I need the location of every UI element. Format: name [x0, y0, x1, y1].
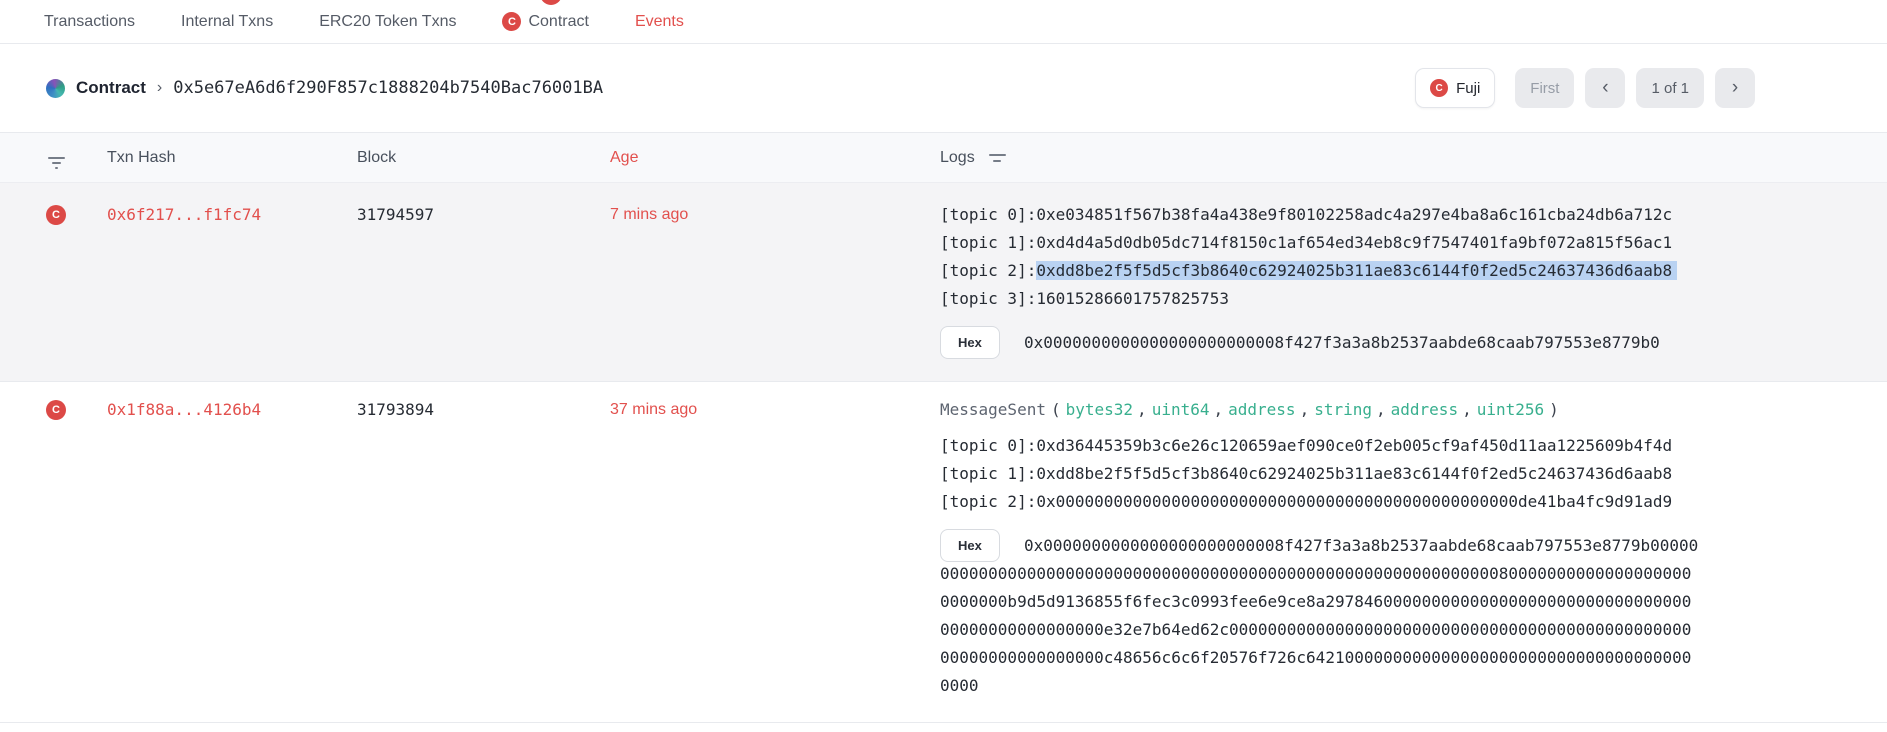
column-header-logs: Logs [940, 149, 975, 167]
topic-value: 0xdd8be2f5f5d5cf3b8640c62924025b311ae83c… [1036, 261, 1677, 280]
contract-address: 0x5e67eA6d6f290F857c1888204b7540Bac76001… [173, 78, 603, 98]
topic-value: 16015286601757825753 [1036, 289, 1229, 308]
hex-data: 0x0000000000000000000000008f427f3a3a8b25… [940, 329, 1700, 357]
topic-value: 0xd4d4a5d0db05dc714f8150c1af654ed34eb8c9… [1036, 233, 1672, 252]
events-page: Transactions Internal Txns ERC20 Token Txn… [0, 0, 1887, 732]
topic-line: [topic 2]:0x0000000000000000000000000000… [940, 488, 1700, 516]
event-method-cell: C [0, 396, 107, 420]
topic-value: 0xd36445359b3c6e26c120659aef090ce0f2eb00… [1036, 436, 1672, 455]
hex-section: Hex0x0000000000000000000000008f427f3a3a8… [940, 329, 1700, 357]
event-signature: MessageSent(bytes32,uint64,address,strin… [940, 396, 1700, 424]
network-chip-label: Fuji [1456, 80, 1480, 97]
pagination: First ‹ 1 of 1 › [1515, 68, 1755, 108]
param-separator: , [1137, 400, 1147, 419]
breadcrumb: Contract › 0x5e67eA6d6f290F857c1888204b7… [46, 78, 603, 98]
cutoff-red-icon [540, 0, 562, 5]
tab-internal-txns[interactable]: Internal Txns [181, 13, 273, 31]
logs-cell: MessageSent(bytes32,uint64,address,strin… [940, 396, 1700, 700]
pagination-first-button[interactable]: First [1515, 68, 1574, 108]
tab-contract[interactable]: C Contract [502, 12, 588, 31]
column-header-age[interactable]: Age [610, 149, 940, 167]
event-param-type: address [1228, 400, 1295, 419]
topic-line: [topic 2]:0xdd8be2f5f5d5cf3b8640c6292402… [940, 257, 1700, 285]
topic-label: [topic 1]: [940, 233, 1036, 252]
table-row: C 0x1f88a...4126b43179389437 mins agoMess… [0, 382, 1887, 723]
breadcrumb-section: Contract [76, 78, 146, 98]
tab-label: Internal Txns [181, 13, 273, 31]
topic-line: [topic 0]:0xe034851f567b38fa4a438e9f8010… [940, 201, 1700, 229]
logs-filter-icon[interactable] [989, 154, 1006, 162]
close-paren: ) [1549, 400, 1559, 419]
topic-value: 0xdd8be2f5f5d5cf3b8640c62924025b311ae83c… [1036, 464, 1672, 483]
contract-icon: C [46, 205, 66, 225]
event-name: MessageSent [940, 400, 1046, 419]
tab-bar: Transactions Internal Txns ERC20 Token Txn… [0, 0, 1887, 44]
topic-line: [topic 3]:16015286601757825753 [940, 285, 1700, 313]
topic-label: [topic 2]: [940, 492, 1036, 511]
age-value: 7 mins ago [610, 201, 940, 229]
topic-line: [topic 1]:0xd4d4a5d0db05dc714f8150c1af65… [940, 229, 1700, 257]
tab-events[interactable]: Events [635, 13, 684, 31]
tab-label: ERC20 Token Txns [319, 13, 456, 31]
topic-label: [topic 0]: [940, 205, 1036, 224]
event-param-type: uint256 [1477, 400, 1544, 419]
param-separator: , [1462, 400, 1472, 419]
page-header: Contract › 0x5e67eA6d6f290F857c1888204b7… [0, 44, 1887, 133]
tab-label: Transactions [44, 13, 135, 31]
network-chip[interactable]: C Fuji [1415, 68, 1495, 108]
filter-icon[interactable] [48, 157, 65, 169]
topic-label: [topic 2]: [940, 261, 1036, 280]
table-header: Txn Hash Block Age Logs [0, 133, 1887, 183]
logs-cell: [topic 0]:0xe034851f567b38fa4a438e9f8010… [940, 201, 1700, 357]
topic-line: [topic 0]:0xd36445359b3c6e26c120659aef09… [940, 432, 1700, 460]
breadcrumb-separator: › [157, 79, 162, 97]
table-body: C0x6f217...f1fc74317945977 mins ago[topi… [0, 183, 1887, 723]
tab-transactions[interactable]: Transactions [44, 13, 135, 31]
event-param-type: bytes32 [1066, 400, 1133, 419]
hex-data: 0x0000000000000000000000008f427f3a3a8b25… [940, 532, 1700, 700]
event-param-type: uint64 [1152, 400, 1210, 419]
tab-label: Contract [528, 13, 588, 31]
contract-sphere-icon [46, 79, 65, 98]
param-separator: , [1213, 400, 1223, 419]
column-header-txn-hash: Txn Hash [107, 149, 357, 167]
header-controls: C Fuji First ‹ 1 of 1 › [1415, 68, 1755, 108]
pagination-next-button[interactable]: › [1715, 68, 1755, 108]
topic-label: [topic 1]: [940, 464, 1036, 483]
tab-erc20-token-txns[interactable]: ERC20 Token Txns [319, 13, 456, 31]
pagination-page-indicator: 1 of 1 [1636, 68, 1704, 108]
event-method-cell: C [0, 201, 107, 225]
event-param-type: string [1314, 400, 1372, 419]
event-param-type: address [1391, 400, 1458, 419]
contract-icon: C [46, 400, 66, 420]
txn-hash-link[interactable]: 0x6f217...f1fc74 [107, 201, 357, 229]
block-number: 31794597 [357, 201, 610, 229]
topic-value: 0xe034851f567b38fa4a438e9f80102258adc4a2… [1036, 205, 1672, 224]
contract-icon: C [502, 12, 521, 31]
topic-label: [topic 0]: [940, 436, 1036, 455]
txn-hash-link[interactable]: 0x1f88a...4126b4 [107, 396, 357, 424]
topic-value: 0x00000000000000000000000000000000000000… [1036, 492, 1672, 511]
pagination-prev-button[interactable]: ‹ [1585, 68, 1625, 108]
column-header-block: Block [357, 149, 610, 167]
param-separator: , [1300, 400, 1310, 419]
topic-label: [topic 3]: [940, 289, 1036, 308]
open-paren: ( [1051, 400, 1061, 419]
param-separator: , [1376, 400, 1386, 419]
hex-button[interactable]: Hex [940, 529, 1000, 562]
age-value: 37 mins ago [610, 396, 940, 424]
events-table: Txn Hash Block Age Logs C 0x6f217...f1fc7… [0, 133, 1887, 723]
network-chip-icon: C [1430, 79, 1448, 97]
hex-button[interactable]: Hex [940, 326, 1000, 359]
hex-section: Hex0x0000000000000000000000008f427f3a3a8… [940, 532, 1700, 700]
table-row: C0x6f217...f1fc74317945977 mins ago[topi… [0, 183, 1887, 382]
tab-label: Events [635, 13, 684, 31]
block-number: 31793894 [357, 396, 610, 424]
topic-line: [topic 1]:0xdd8be2f5f5d5cf3b8640c6292402… [940, 460, 1700, 488]
